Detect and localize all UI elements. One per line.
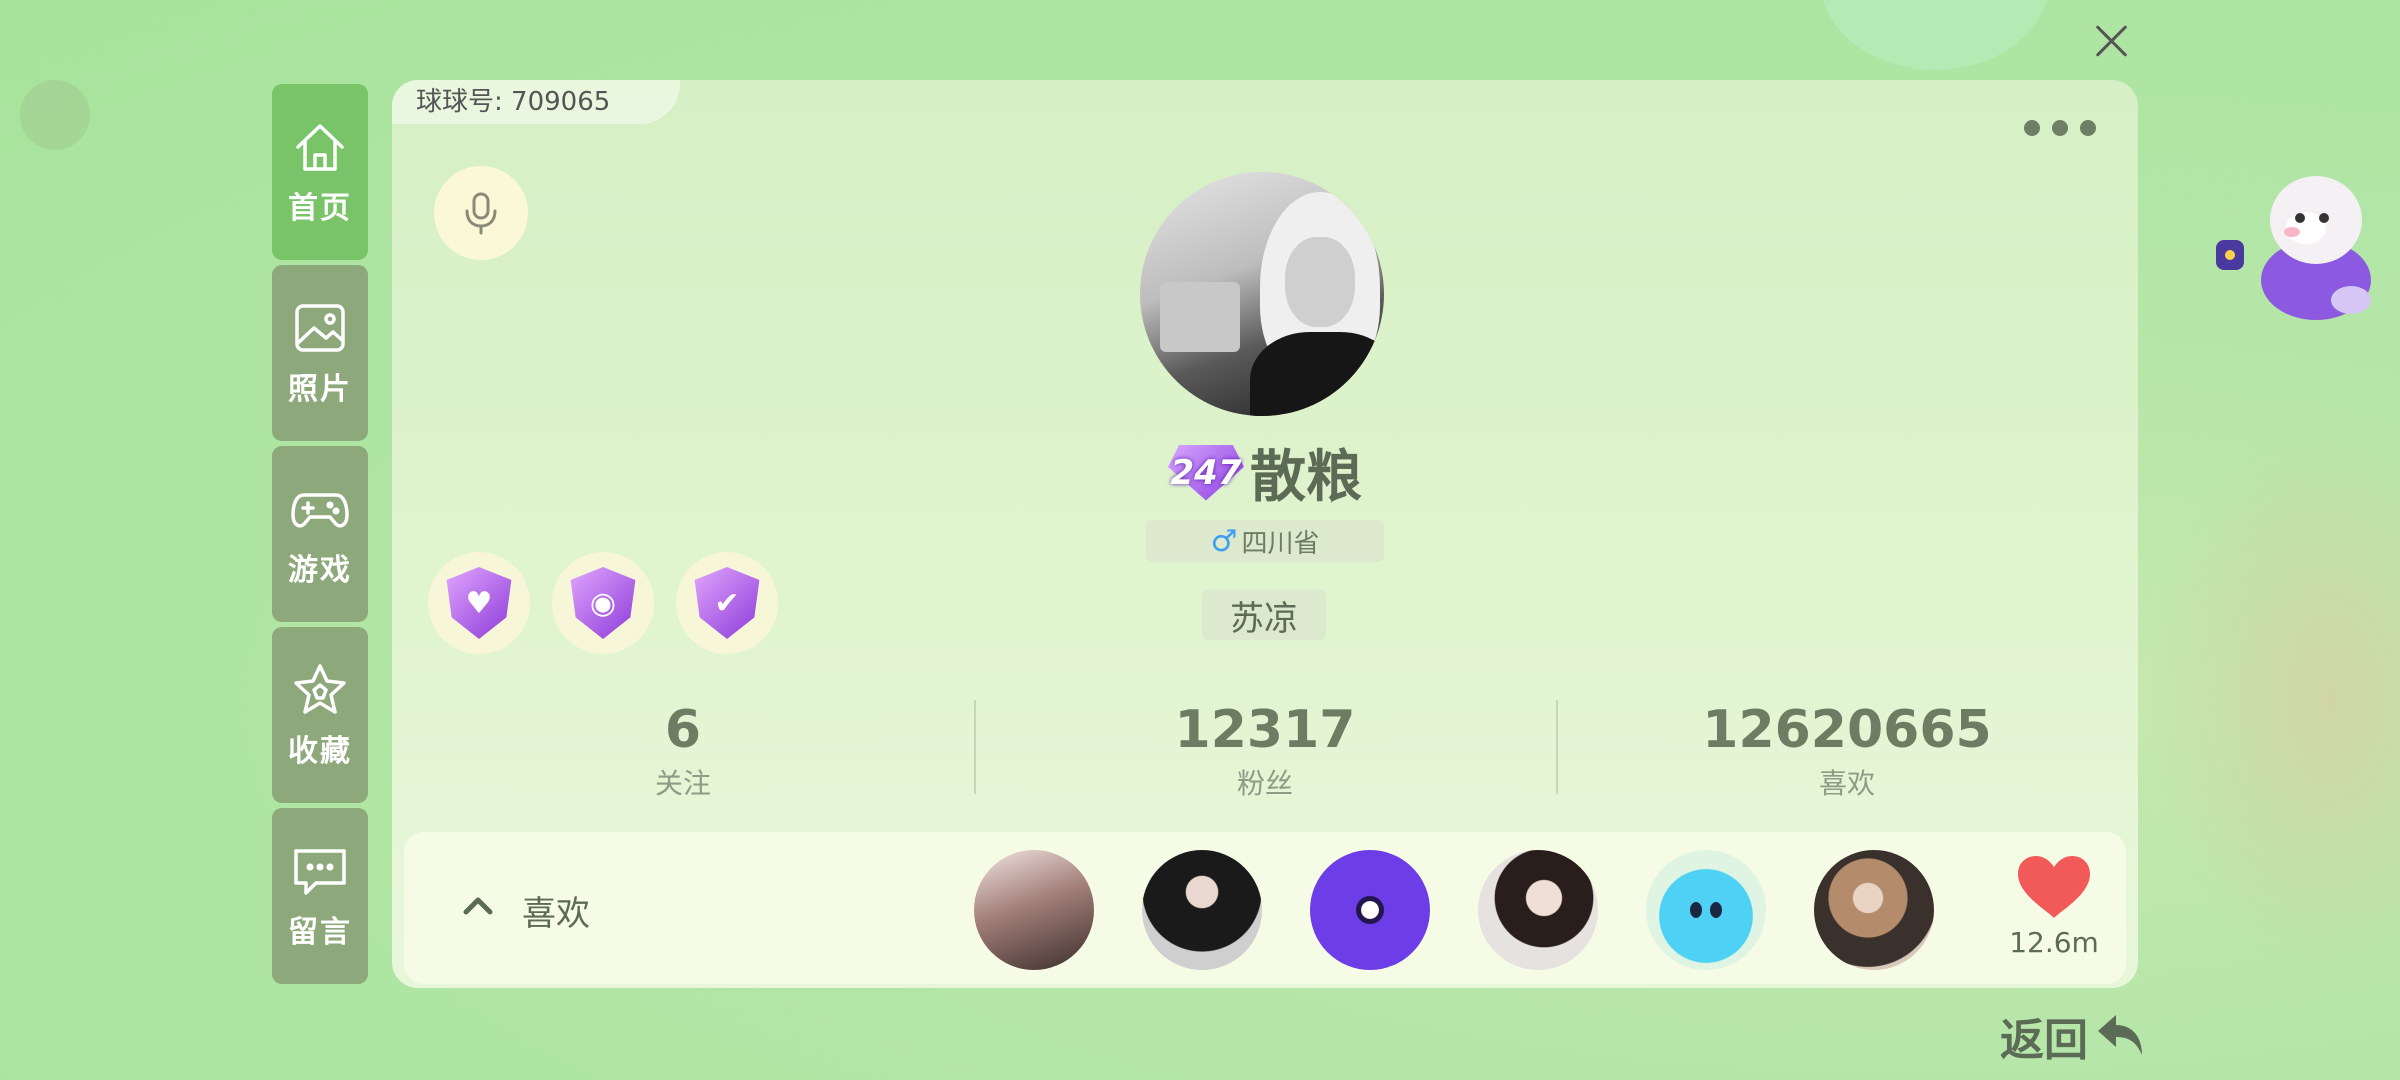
avatar-detail bbox=[1160, 282, 1240, 352]
avatar-detail bbox=[1285, 237, 1355, 327]
level-number: 247 bbox=[1170, 452, 1242, 493]
like-button[interactable]: 12.6m bbox=[1994, 854, 2114, 959]
heart-count: 12.6m bbox=[2009, 926, 2099, 959]
close-button[interactable] bbox=[2086, 16, 2136, 66]
return-arrow-icon bbox=[2098, 1015, 2142, 1055]
liker-avatar[interactable] bbox=[974, 850, 1094, 970]
microphone-icon bbox=[465, 192, 497, 235]
liker-avatar[interactable] bbox=[1478, 850, 1598, 970]
likes-panel: 喜欢 12.6m bbox=[404, 832, 2126, 984]
sidebar-item-label: 收藏 bbox=[288, 734, 352, 769]
stat-value: 12317 bbox=[1174, 700, 1356, 760]
sidebar-item-favorites[interactable]: 收藏 bbox=[272, 627, 368, 803]
nickname: 散粮 bbox=[1250, 445, 1362, 510]
stat-label: 关注 bbox=[654, 767, 711, 800]
sidebar-item-games[interactable]: 游戏 bbox=[272, 446, 368, 622]
sidebar-item-photos[interactable]: 照片 bbox=[272, 265, 368, 441]
gamepad-icon bbox=[291, 493, 349, 528]
liker-avatar[interactable] bbox=[1646, 850, 1766, 970]
liker-avatar[interactable] bbox=[1142, 850, 1262, 970]
name-row: 247 散粮 bbox=[392, 432, 2138, 513]
background-blob bbox=[2150, 420, 2400, 980]
stat-label: 喜欢 bbox=[1818, 767, 1875, 800]
level-badge: 247 bbox=[1168, 445, 1244, 501]
heart-icon bbox=[2018, 856, 2090, 918]
star-icon bbox=[294, 664, 346, 714]
stat-value: 12620665 bbox=[1702, 700, 1992, 760]
more-options-button[interactable] bbox=[2024, 120, 2096, 136]
profile-card: 球球号: 709065 247 散粮 ♂ 四川省 苏凉 ♥ ◉ ✔ 6 关注 1… bbox=[392, 80, 2138, 988]
stat-value: 6 bbox=[664, 700, 702, 760]
home-icon bbox=[296, 124, 344, 171]
photo-icon bbox=[295, 304, 345, 352]
avatar-detail bbox=[1250, 332, 1384, 416]
back-button[interactable]: 返回 bbox=[2000, 1004, 2148, 1068]
liker-list bbox=[974, 850, 1934, 970]
sidebar-item-label: 游戏 bbox=[288, 553, 352, 588]
sidebar-item-messages[interactable]: 留言 bbox=[272, 808, 368, 984]
sidebar-item-label: 照片 bbox=[288, 372, 352, 407]
signature-tag: 苏凉 bbox=[1202, 590, 1326, 640]
stat-likes[interactable]: 12620665 喜欢 bbox=[1556, 700, 2138, 802]
badge-list: ♥ ◉ ✔ bbox=[428, 552, 778, 654]
rank-badge-icon: ◉ bbox=[570, 567, 636, 639]
stat-following[interactable]: 6 关注 bbox=[392, 700, 974, 802]
sidebar-item-label: 首页 bbox=[288, 191, 352, 226]
rank-badge[interactable]: ◉ bbox=[552, 552, 654, 654]
message-icon bbox=[294, 849, 346, 895]
voice-button[interactable] bbox=[434, 166, 528, 260]
user-id-label: 球球号: 709065 bbox=[392, 80, 681, 124]
heart-badge-icon: ♥ bbox=[446, 567, 512, 639]
dot-icon bbox=[2052, 120, 2068, 136]
liker-avatar[interactable] bbox=[1310, 850, 1430, 970]
male-icon: ♂ bbox=[1210, 523, 1238, 559]
likes-title: 喜欢 bbox=[522, 894, 590, 934]
dot-icon bbox=[2024, 120, 2040, 136]
stats-row: 6 关注 12317 粉丝 12620665 喜欢 bbox=[392, 700, 2138, 802]
location-tag: ♂ 四川省 bbox=[1146, 520, 1384, 562]
liker-avatar[interactable] bbox=[1814, 850, 1934, 970]
check-badge-icon: ✔ bbox=[694, 567, 760, 639]
sidebar: 首页 照片 游戏 收藏 留言 bbox=[272, 84, 368, 989]
check-badge[interactable]: ✔ bbox=[676, 552, 778, 654]
stat-label: 粉丝 bbox=[1236, 767, 1293, 800]
background-blob bbox=[20, 80, 90, 150]
sidebar-item-home[interactable]: 首页 bbox=[272, 84, 368, 260]
dot-icon bbox=[2080, 120, 2096, 136]
location-text: 四川省 bbox=[1241, 528, 1320, 559]
chevron-up-icon bbox=[463, 897, 493, 915]
stat-fans[interactable]: 12317 粉丝 bbox=[974, 700, 1556, 802]
heart-badge[interactable]: ♥ bbox=[428, 552, 530, 654]
background-blob bbox=[1820, 0, 2050, 70]
alpaca-mascot-icon bbox=[2216, 176, 2371, 320]
back-label: 返回 bbox=[2000, 1015, 2088, 1066]
collapse-button[interactable] bbox=[450, 878, 506, 934]
profile-avatar[interactable] bbox=[1140, 172, 1384, 416]
sidebar-item-label: 留言 bbox=[288, 915, 352, 950]
